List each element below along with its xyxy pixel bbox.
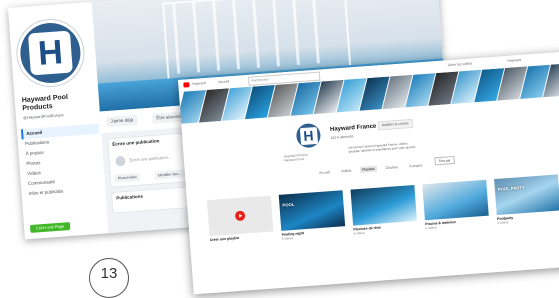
hayward-h-icon: H [299,126,318,145]
thumbnail-label: POOL [282,201,295,208]
create-page-button[interactable]: Créer une Page [29,222,71,233]
hayward-h-icon: H [27,30,73,76]
channel-links: Hayward Piscine Hayward Pool [284,153,308,163]
subscriber-count: 162 k abonnés [330,134,354,140]
playlist-thumbnail [206,195,274,237]
playlist-thumbnail: POOL PARTY [494,174,559,216]
youtube-channel-screenshot: Hayward Accueil Rechercher Gérer les vid… [178,51,559,295]
channel-link[interactable]: Hayward Pool [284,157,308,162]
playlist-card[interactable]: POOL Pooling night 5 vidéos [278,190,346,241]
channel-avatar[interactable]: H [295,122,322,149]
tab-home[interactable]: Accueil [317,169,332,176]
customize-channel-button[interactable]: Modifier la chaîne [377,118,413,131]
manage-videos-link[interactable]: Gérer les vidéos [447,61,472,67]
post-input[interactable]: Écrire une publication... [129,154,171,162]
avatar [115,155,126,167]
add-icon [234,210,246,222]
playlist-thumbnail: POOL [278,190,346,231]
tab-videos[interactable]: Vidéos [339,167,354,174]
channel-name: Hayward France [329,123,377,133]
top-link[interactable]: Accueil [218,79,229,84]
page-number: 13 [89,258,129,298]
thumbnail-label: POOL PARTY [497,184,525,192]
playlist-thumbnail [422,179,489,221]
facebook-nav: Accueil Publications À propos Photos Vid… [20,123,104,200]
hayward-logo-icon[interactable]: H [18,20,83,86]
playlist-card[interactable]: Piscines de rêve 8 vidéos [350,184,417,236]
playlist-thumbnail [350,184,417,226]
youtube-logo-icon[interactable] [183,82,190,88]
tab-playlists[interactable]: Playlists [360,165,377,173]
channel-tabs: Accueil Vidéos Playlists Chaînes À propo… [317,162,425,176]
playlist-card[interactable]: POOL PARTY Poolparty 4 vidéos [494,174,559,225]
tag-people-button[interactable]: Identifier des... [154,169,185,180]
channel-description: Découvrez l'univers Hayward France, vidé… [348,141,417,154]
create-playlist-card[interactable]: Créer une playlist [206,195,274,242]
tab-channels[interactable]: Chaînes [383,164,400,171]
playlist-card[interactable]: Piscine & Intérieur 6 vidéos [422,179,489,230]
page-handle: @HaywardPoolEurope [22,112,64,121]
photo-video-button[interactable]: Photo/vidéo [114,172,140,183]
like-button[interactable]: J'aime déjà [106,114,138,128]
sort-select[interactable]: Trier par [434,155,455,166]
account-link[interactable]: Hayward [507,58,521,63]
page-title: Hayward Pool Products [21,93,69,113]
top-link[interactable]: Hayward [192,81,206,86]
tab-about[interactable]: À propos [407,162,425,169]
